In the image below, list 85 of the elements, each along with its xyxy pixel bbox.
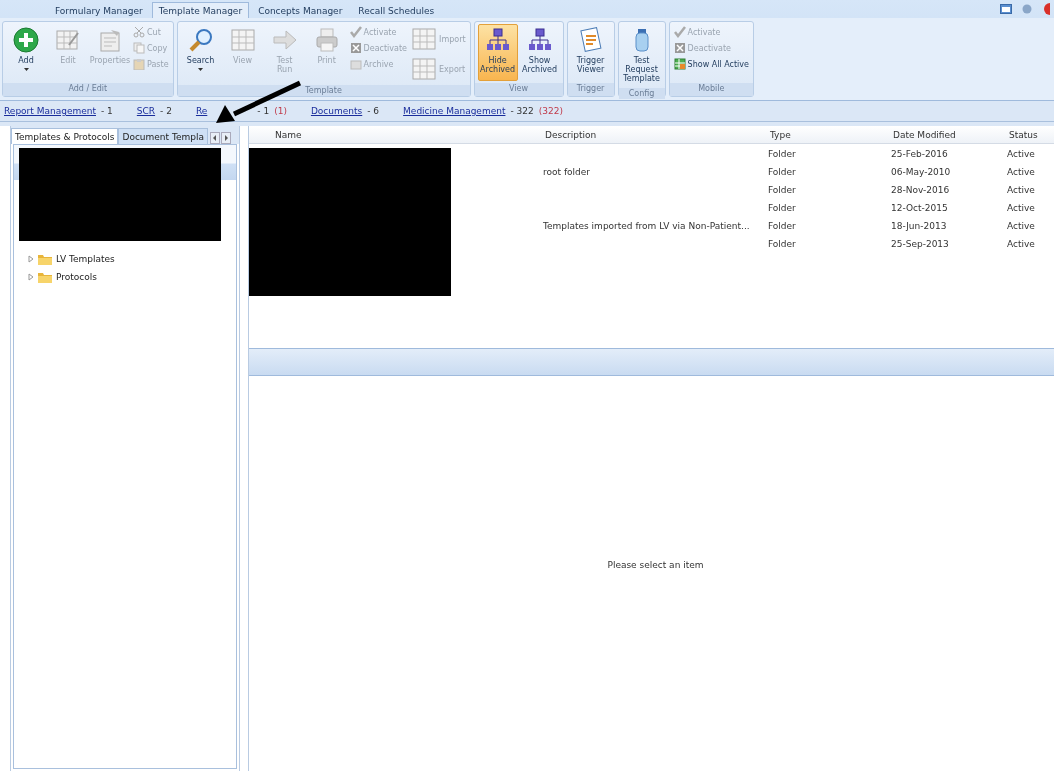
tree-item[interactable]: LV Templates	[56, 254, 115, 264]
clipboard-icon	[133, 58, 145, 70]
grid-icon	[411, 56, 438, 82]
table-cell-text: Folder	[767, 166, 797, 179]
table-cell-text: Folder	[767, 202, 797, 215]
column-header[interactable]: Status	[1003, 126, 1054, 144]
app-tab[interactable]: Concepts Manager	[251, 2, 350, 18]
table-cell-text: Active	[1006, 238, 1036, 251]
box-icon	[349, 58, 362, 70]
table-cell-text: 28-Nov-2016	[890, 184, 951, 197]
table-cell-text: Active	[1006, 148, 1036, 161]
document-icon	[97, 27, 123, 53]
cross-icon	[349, 42, 362, 54]
expander-icon[interactable]	[28, 255, 34, 263]
group-label: Config	[618, 88, 665, 99]
grid-icon	[411, 26, 438, 52]
table-icon	[673, 58, 686, 70]
table-cell-text: 06-May-2010	[890, 166, 952, 179]
group-label: Mobile	[669, 83, 753, 96]
cross-icon	[673, 42, 686, 54]
app-tab[interactable]: Formulary Manager	[48, 2, 150, 18]
column-header[interactable]: Date Modified	[887, 126, 1003, 144]
group-label: Add / Edit	[3, 83, 173, 96]
hierarchy-icon	[484, 27, 511, 53]
table-cell-text: Folder	[767, 238, 797, 251]
folder-icon	[38, 271, 52, 283]
tick-icon	[673, 26, 686, 38]
empty-message: Please select an item	[607, 559, 704, 570]
app-tab[interactable]: Template Manager	[151, 2, 250, 18]
add-icon	[13, 27, 39, 53]
tree-item[interactable]: Protocols	[56, 272, 97, 282]
link-count: - 6	[367, 106, 380, 116]
link-count: - 322	[510, 106, 534, 116]
group-label: Template	[177, 85, 470, 96]
pane-tab[interactable]: Templates & Protocols	[11, 128, 119, 144]
group-label: View	[474, 83, 563, 96]
summary-link[interactable]: Re	[195, 106, 253, 116]
link-count: - 1	[257, 106, 270, 116]
summary-link[interactable]: Documents	[310, 106, 363, 116]
table-cell-text: 25-Sep-2013	[890, 238, 950, 251]
summary-link[interactable]: Medicine Management	[403, 106, 506, 116]
table-cell-text: Folder	[767, 148, 797, 161]
table-cell-text: 18-Jun-2013	[890, 220, 948, 233]
table-cell-text: Active	[1006, 184, 1036, 197]
group-label: Trigger	[567, 83, 614, 96]
table-cell-text: Folder	[767, 184, 797, 197]
table-cell-text: Active	[1006, 202, 1036, 215]
expander-icon[interactable]	[28, 273, 34, 281]
window-icon[interactable]	[1000, 4, 1012, 14]
tick-icon	[349, 26, 362, 38]
table-cell-text: root folder	[542, 166, 592, 179]
ribbon-button[interactable]: Add	[6, 24, 46, 81]
ribbon-button[interactable]: Show Archived	[519, 24, 560, 81]
column-header[interactable]: Name	[249, 126, 539, 144]
scissors-icon	[133, 26, 145, 38]
column-header[interactable]: Type	[764, 126, 887, 144]
app-tab[interactable]: Recall Schedules	[351, 2, 442, 18]
alert-count: (1)	[274, 106, 287, 116]
table-cell-text: Active	[1006, 166, 1036, 179]
ribbon-button[interactable]: Test Request Template	[621, 24, 662, 86]
column-header[interactable]: Description	[539, 126, 764, 144]
ribbon-button[interactable]: Show All Active	[672, 57, 750, 71]
hierarchy-icon	[526, 27, 553, 53]
link-count: - 1	[101, 106, 113, 116]
scroll-left-icon[interactable]	[209, 132, 220, 144]
pane-tab[interactable]: Document Templa	[118, 128, 208, 144]
table-cell-text: Folder	[767, 220, 797, 233]
ribbon-button[interactable]: Trigger Viewer	[570, 24, 611, 81]
ribbon-button[interactable]: Search	[180, 24, 221, 83]
scroll-right-icon[interactable]	[220, 132, 231, 144]
grid-icon	[55, 27, 81, 53]
printer-icon	[313, 27, 340, 53]
grid-icon	[229, 27, 256, 53]
ribbon-button[interactable]: Hide Archived	[477, 24, 518, 81]
table-cell-text: 12-Oct-2015	[890, 202, 949, 215]
folder-icon	[38, 253, 52, 265]
summary-link[interactable]: SCR	[136, 106, 156, 116]
table-cell-text: Templates imported from LV via Non-Patient...	[542, 220, 751, 233]
table-cell-text: Active	[1006, 220, 1036, 233]
link-count: - 2	[160, 106, 172, 116]
summary-link[interactable]: Report Management	[4, 106, 96, 116]
table-cell-text: 25-Feb-2016	[890, 148, 949, 161]
search-icon	[187, 27, 214, 53]
alert-count: (322)	[538, 106, 563, 116]
copy-icon	[133, 42, 145, 54]
